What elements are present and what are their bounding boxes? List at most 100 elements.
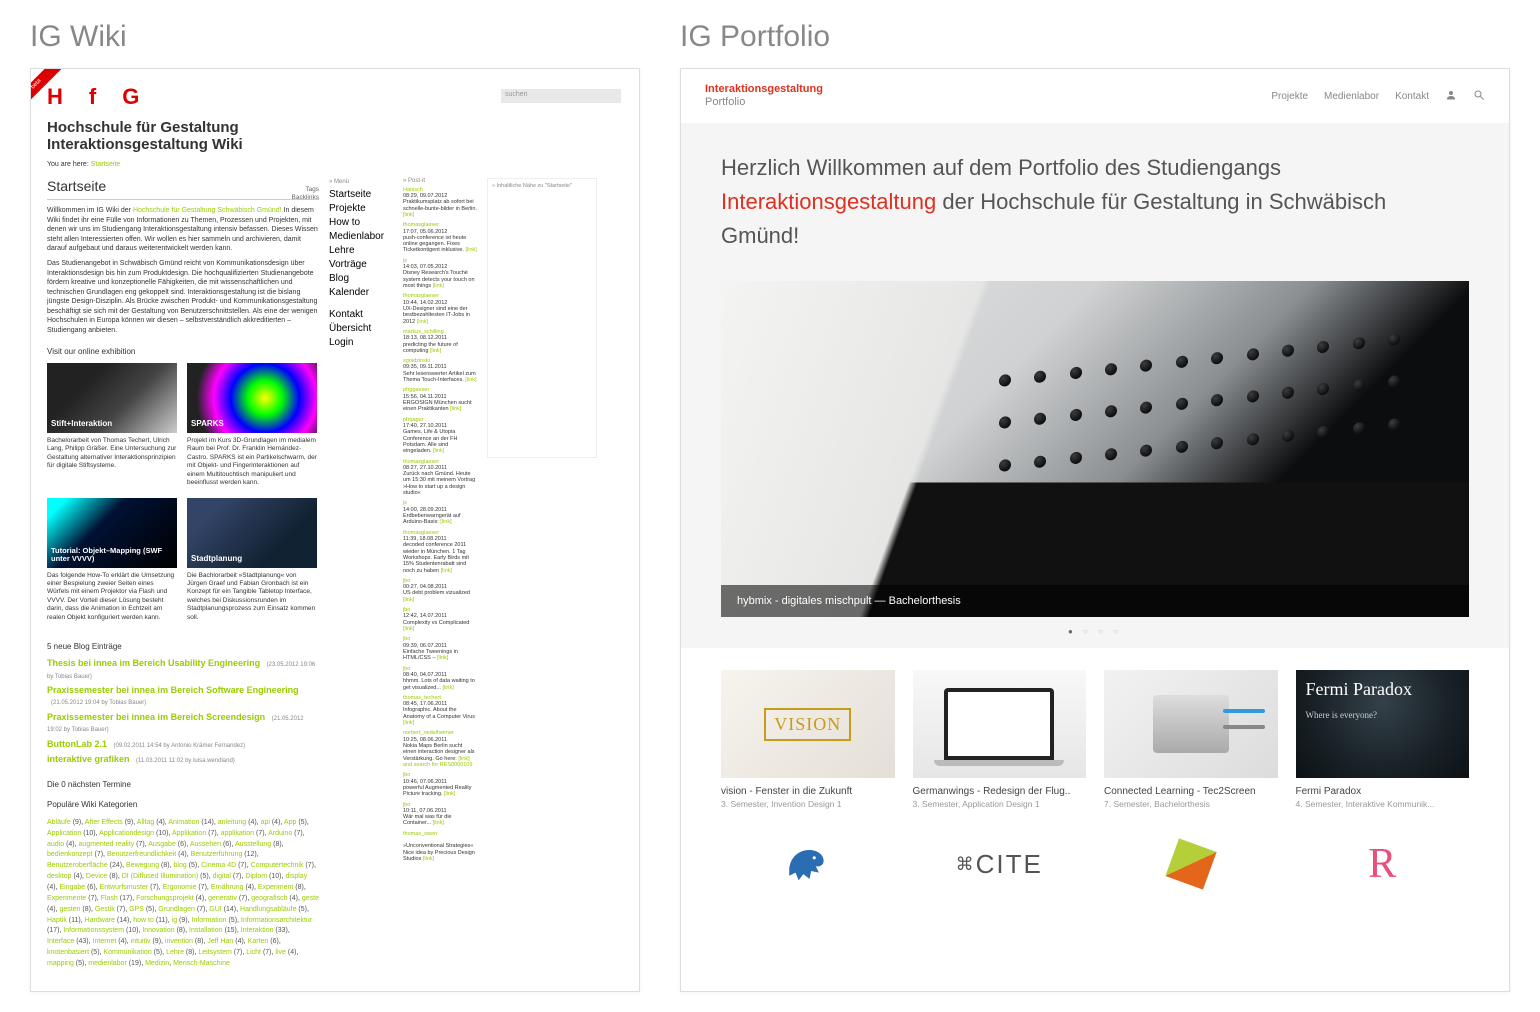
- tag-link[interactable]: generativ: [208, 895, 237, 902]
- tag-link[interactable]: Ergonomie: [163, 884, 197, 891]
- tag-link[interactable]: Experiment: [258, 884, 293, 891]
- tag-link[interactable]: Grundlagen: [158, 906, 195, 913]
- slider-dots[interactable]: ● ○ ○ ○: [721, 627, 1469, 636]
- tag-link[interactable]: Informationsarchitektur: [241, 917, 312, 924]
- tag-link[interactable]: blog: [174, 862, 187, 869]
- nav-link[interactable]: Medienlabor: [1324, 91, 1379, 102]
- menu-item[interactable]: Vorträge: [329, 258, 393, 272]
- menu-item[interactable]: Login: [329, 336, 393, 350]
- project-thumb-partial[interactable]: R: [1296, 829, 1470, 899]
- menu-item[interactable]: Blog: [329, 272, 393, 286]
- tag-link[interactable]: augmented reality: [79, 841, 135, 848]
- tag-link[interactable]: Computertechnik: [251, 862, 304, 869]
- tag-link[interactable]: DI (Diffused Illumination): [122, 873, 199, 880]
- blog-entry[interactable]: Thesis bei innea im Bereich Usability En…: [47, 658, 319, 681]
- tag-link[interactable]: Animation: [168, 819, 199, 826]
- tag-link[interactable]: Application: [47, 830, 81, 837]
- tag-link[interactable]: Interface: [47, 938, 74, 945]
- tag-link[interactable]: Karten: [248, 938, 269, 945]
- project-thumb-partial[interactable]: ⌘CITE: [913, 829, 1087, 899]
- page-meta-links[interactable]: Tags Backlinks: [292, 186, 319, 202]
- exhibition-card[interactable]: SPARKS Projekt im Kurs 3D-Grundlagen im …: [187, 363, 317, 488]
- blog-entry[interactable]: ButtonLab 2.1 (09.02.2011 14:54 by Anton…: [47, 739, 319, 751]
- tag-link[interactable]: anleitung: [218, 819, 246, 826]
- tag-link[interactable]: GPS: [129, 906, 144, 913]
- tag-link[interactable]: Mensch-Maschine: [173, 960, 230, 967]
- menu-item[interactable]: Startseite: [329, 188, 393, 202]
- tag-link[interactable]: GUI: [209, 906, 221, 913]
- user-icon[interactable]: [1445, 89, 1457, 104]
- tag-link[interactable]: Benutzeroberfläche: [47, 862, 108, 869]
- tag-link[interactable]: Haptik: [47, 917, 67, 924]
- tag-link[interactable]: Leitsystem: [198, 949, 231, 956]
- tag-link[interactable]: Information: [192, 917, 227, 924]
- menu-item[interactable]: Kalender: [329, 286, 393, 300]
- tag-link[interactable]: Gestik: [95, 906, 115, 913]
- tag-link[interactable]: Informationssystem: [63, 927, 124, 934]
- hero-slider[interactable]: hybmix - digitales mischpult — Bachelort…: [721, 281, 1469, 617]
- menu-item[interactable]: How to: [329, 216, 393, 230]
- tag-link[interactable]: geste: [302, 895, 319, 902]
- tag-link[interactable]: Device: [86, 873, 107, 880]
- project-card[interactable]: Germanwings - Redesign der Flug.. 3. Sem…: [913, 670, 1087, 809]
- menu-item[interactable]: Übersicht: [329, 322, 393, 336]
- tag-link[interactable]: Jeff Han: [207, 938, 233, 945]
- project-card[interactable]: VISION vision - Fenster in die Zukunft 3…: [721, 670, 895, 809]
- tag-link[interactable]: invention: [165, 938, 193, 945]
- nav-link[interactable]: Kontakt: [1395, 91, 1429, 102]
- tag-link[interactable]: Abläufe: [47, 819, 71, 826]
- project-card[interactable]: Connected Learning - Tec2Screen 7. Semes…: [1104, 670, 1278, 809]
- breadcrumb-link[interactable]: Startseite: [91, 161, 121, 168]
- tag-link[interactable]: Benutzerführung: [191, 851, 243, 858]
- tag-link[interactable]: display: [285, 873, 307, 880]
- tag-link[interactable]: Ausstellung: [235, 841, 271, 848]
- hfg-link[interactable]: Hochschule für Gestaltung Schwäbisch Gmü…: [133, 207, 282, 214]
- tag-link[interactable]: geografisch: [251, 895, 287, 902]
- tag-link[interactable]: Hardware: [85, 917, 115, 924]
- tag-link[interactable]: Licht: [246, 949, 261, 956]
- blog-entry[interactable]: Praxissemester bei innea im Bereich Scre…: [47, 712, 319, 735]
- tag-link[interactable]: Handlungsabläufe: [240, 906, 296, 913]
- tag-link[interactable]: Arduino: [268, 830, 292, 837]
- tag-link[interactable]: Diplom: [245, 873, 267, 880]
- tag-link[interactable]: Aussehen: [190, 841, 221, 848]
- tag-link[interactable]: intuitiv: [131, 938, 151, 945]
- nav-link[interactable]: Projekte: [1271, 91, 1308, 102]
- tag-link[interactable]: Cinema 4D: [201, 862, 236, 869]
- tag-link[interactable]: live: [275, 949, 286, 956]
- menu-item[interactable]: Medienlabor: [329, 230, 393, 244]
- tag-link[interactable]: Alltag: [137, 819, 155, 826]
- tag-link[interactable]: desktop: [47, 873, 72, 880]
- tag-link[interactable]: bedienkonzept: [47, 851, 93, 858]
- tag-link[interactable]: Eingabe: [59, 884, 85, 891]
- blog-entry[interactable]: interaktive grafiken (11.03.2011 11:02 b…: [47, 754, 319, 766]
- tag-link[interactable]: Benutzerfreundlichkeit: [107, 851, 176, 858]
- tag-link[interactable]: digital: [213, 873, 231, 880]
- tag-link[interactable]: Bewegung: [126, 862, 159, 869]
- tag-link[interactable]: Entwurfsmuster: [100, 884, 149, 891]
- tag-link[interactable]: Interaktion: [241, 927, 274, 934]
- menu-item[interactable]: Kontakt: [329, 308, 393, 322]
- tag-link[interactable]: Applicationdesign: [99, 830, 154, 837]
- project-card[interactable]: Fermi Paradox Where is everyone? Fermi P…: [1296, 670, 1470, 809]
- exhibition-card[interactable]: Tutorial: Objekt–Mapping (SWF unter VVVV…: [47, 498, 177, 623]
- tag-link[interactable]: how to: [133, 917, 154, 924]
- tag-link[interactable]: Experimente: [47, 895, 86, 902]
- tag-link[interactable]: Lehre: [166, 949, 184, 956]
- blog-entry[interactable]: Praxissemester bei innea im Bereich Soft…: [47, 685, 319, 708]
- tag-link[interactable]: Ernährung: [211, 884, 244, 891]
- tag-link[interactable]: Flash: [101, 895, 118, 902]
- search-input[interactable]: suchen: [501, 89, 621, 103]
- tag-link[interactable]: audio: [47, 841, 64, 848]
- tag-link[interactable]: applikation: [221, 830, 254, 837]
- portfolio-logo[interactable]: Interaktionsgestaltung Portfolio: [705, 83, 823, 109]
- tag-link[interactable]: App: [284, 819, 296, 826]
- tag-link[interactable]: knotenbasiert: [47, 949, 89, 956]
- ig-link[interactable]: Interaktionsgestaltung: [721, 189, 936, 214]
- tag-link[interactable]: Installation: [189, 927, 222, 934]
- exhibition-card[interactable]: Stift+Interaktion Bachelorarbeit von Tho…: [47, 363, 177, 488]
- tag-link[interactable]: mapping: [47, 960, 74, 967]
- tag-link[interactable]: Forschungsprojekt: [136, 895, 194, 902]
- project-thumb-partial[interactable]: [721, 829, 895, 899]
- tag-link[interactable]: Medizin: [145, 960, 169, 967]
